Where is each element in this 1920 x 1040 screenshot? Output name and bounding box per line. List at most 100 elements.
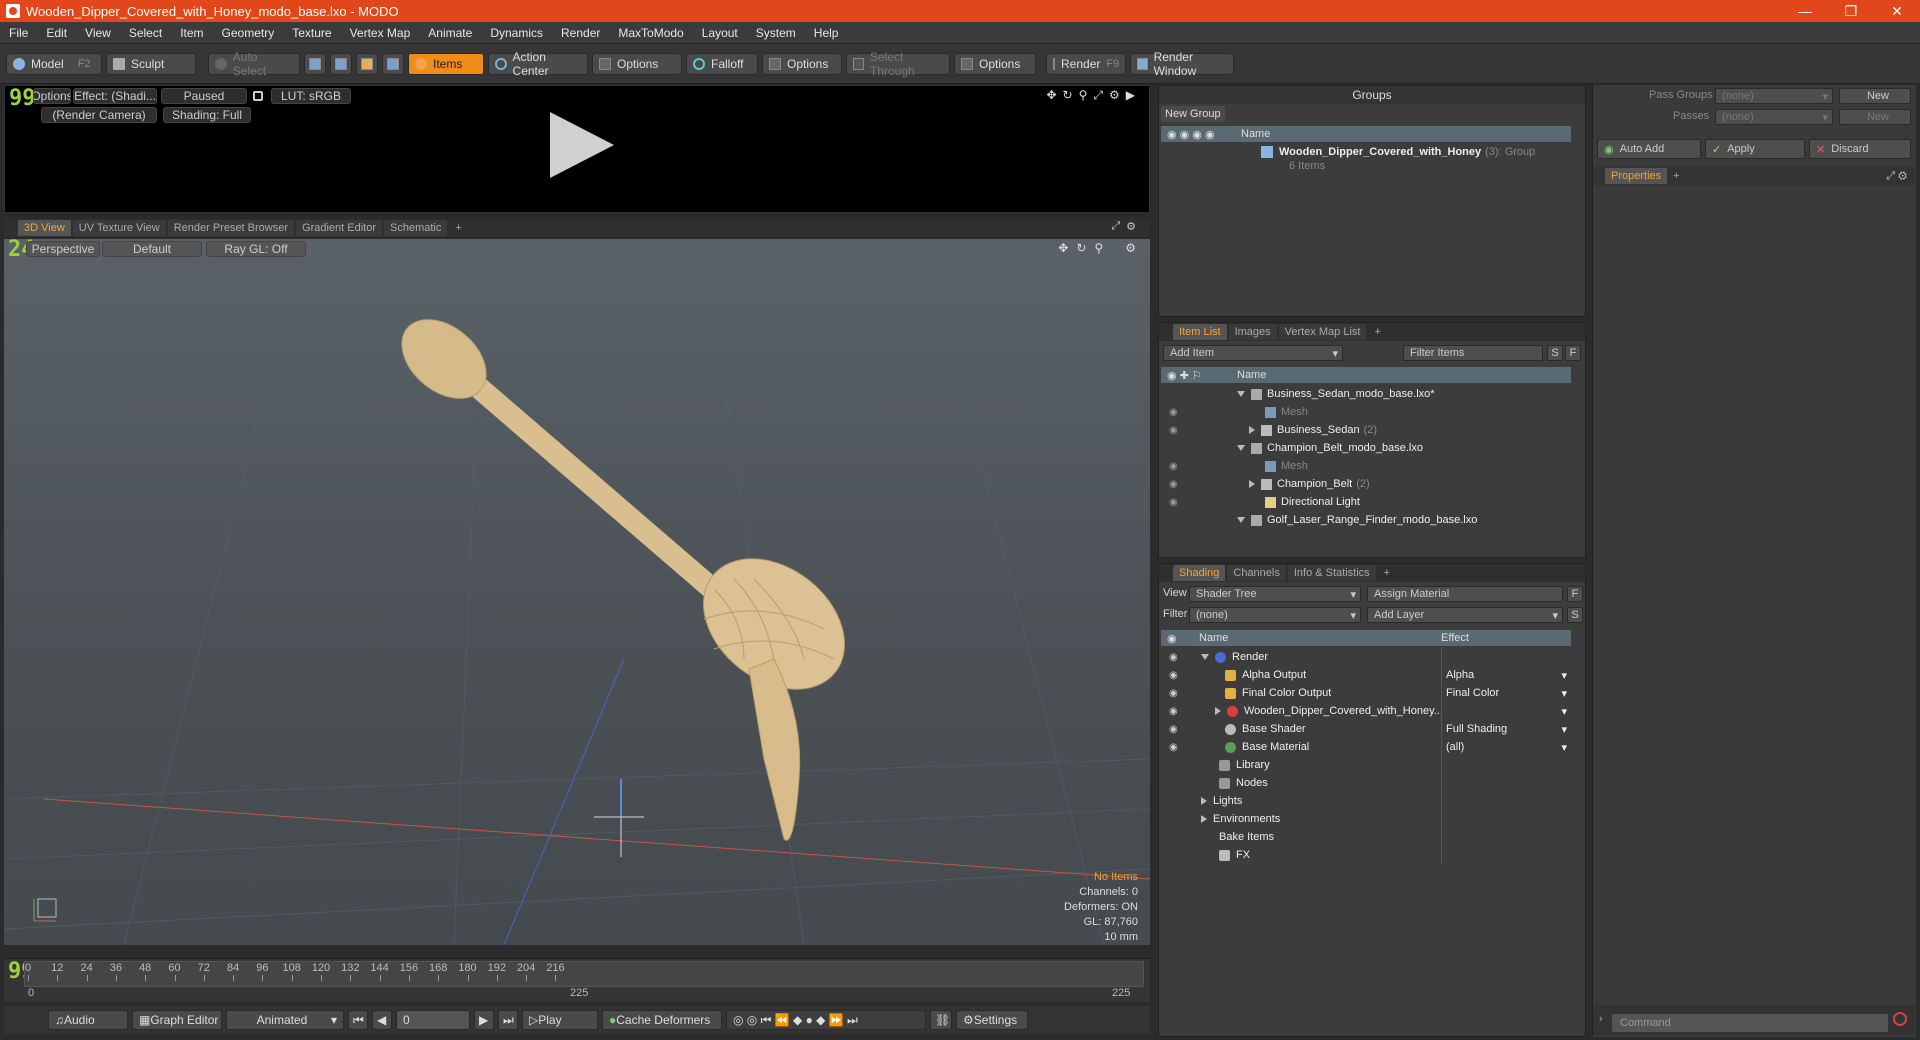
item-list-row[interactable]: Champion_Belt_modo_base.lxo xyxy=(1161,439,1571,457)
pass-groups-dropdown[interactable]: (none) ▾ xyxy=(1715,88,1833,104)
tab-properties[interactable]: Properties xyxy=(1605,168,1668,184)
zoom-icon[interactable]: ⚲ xyxy=(1079,88,1088,103)
play-small-icon[interactable]: ▶ xyxy=(1126,88,1135,103)
edges-mode-button[interactable] xyxy=(330,52,352,75)
tab-images[interactable]: Images xyxy=(1228,324,1277,340)
gear-icon[interactable]: ⤢ ⚙ xyxy=(1886,170,1907,183)
menu-system[interactable]: System xyxy=(747,26,805,40)
add-tab-button[interactable]: + xyxy=(1673,170,1679,182)
menu-animate[interactable]: Animate xyxy=(419,26,481,40)
move-icon[interactable]: ✥ xyxy=(1058,241,1068,255)
key-tools-group[interactable]: ◎ ◎ ⏮ ⏪ ◆ ● ◆ ⏩ ⏭ xyxy=(726,1010,926,1030)
close-button[interactable]: ✕ xyxy=(1874,0,1920,22)
effect-cell[interactable]: Final Color ▾ xyxy=(1441,684,1567,702)
shader-tree-row[interactable]: ◉ Base Shader Full Shading ▾ xyxy=(1161,720,1571,738)
expand-right-icon[interactable] xyxy=(1201,815,1207,823)
item-list-row[interactable]: Business_Sedan_modo_base.lxo* xyxy=(1161,385,1571,403)
tab-info-statistics[interactable]: Info & Statistics xyxy=(1287,565,1376,581)
eye-icon[interactable]: ◉ xyxy=(1161,407,1237,418)
preview-effect-dropdown[interactable]: Effect: (Shadi... xyxy=(73,88,157,104)
add-item-dropdown[interactable]: Add Item ▾ xyxy=(1163,345,1343,361)
command-input[interactable]: Command xyxy=(1612,1014,1888,1032)
new-pass-button[interactable]: New xyxy=(1839,109,1911,125)
shader-tree-row[interactable]: FX xyxy=(1161,846,1571,864)
cache-deformers-button[interactable]: ● Cache Deformers xyxy=(602,1010,722,1030)
menu-view[interactable]: View xyxy=(76,26,120,40)
expand-down-icon[interactable] xyxy=(1237,445,1245,451)
effect-cell[interactable] xyxy=(1441,648,1567,666)
menu-texture[interactable]: Texture xyxy=(283,26,340,40)
group-row[interactable]: Wooden_Dipper_Covered_with_Honey (3) : G… xyxy=(1161,144,1571,174)
menu-vertex-map[interactable]: Vertex Map xyxy=(341,26,420,40)
view-dropdown[interactable]: Shader Tree ▾ xyxy=(1189,586,1361,602)
link-button[interactable]: ⛓ xyxy=(930,1010,952,1030)
eye-icon[interactable]: ◉ xyxy=(1161,652,1191,663)
add-layer-s-button[interactable]: S xyxy=(1567,607,1583,623)
polygons-mode-button[interactable] xyxy=(356,52,378,75)
add-layer-dropdown[interactable]: Add Layer ▾ xyxy=(1367,607,1563,623)
shader-tree-row[interactable]: Bake Items xyxy=(1161,828,1571,846)
expand-icon[interactable]: ⤢ xyxy=(1111,220,1120,233)
materials-mode-button[interactable] xyxy=(382,52,404,75)
filter-f-button[interactable]: F xyxy=(1565,345,1581,361)
item-list-row[interactable]: ◉ Directional Light xyxy=(1161,493,1571,511)
tab-3d-view[interactable]: 3D View xyxy=(18,220,71,236)
rotate-icon[interactable]: ↻ xyxy=(1063,88,1073,103)
expand-right-icon[interactable] xyxy=(1201,797,1207,805)
record-icon[interactable] xyxy=(1893,1012,1907,1026)
menu-edit[interactable]: Edit xyxy=(37,26,76,40)
falloff-button[interactable]: Falloff xyxy=(686,52,758,75)
eye-icon[interactable]: ◉ xyxy=(1161,479,1237,490)
eye-icon[interactable]: ◉ xyxy=(1161,461,1237,472)
shader-tree-row[interactable]: Lights xyxy=(1161,792,1571,810)
eye-icon[interactable]: ◉ xyxy=(1161,497,1237,508)
expand-right-icon[interactable] xyxy=(1215,707,1221,715)
menu-help[interactable]: Help xyxy=(805,26,848,40)
first-frame-button[interactable]: ⏮ xyxy=(348,1010,368,1030)
lock-icon[interactable] xyxy=(253,91,263,101)
item-list-row[interactable]: ◉ Business_Sedan (2) xyxy=(1161,421,1571,439)
expand-down-icon[interactable] xyxy=(1201,654,1209,660)
menu-dynamics[interactable]: Dynamics xyxy=(481,26,552,40)
shader-tree-row[interactable]: ◉ Final Color Output Final Color ▾ xyxy=(1161,684,1571,702)
items-mode-button[interactable]: Items xyxy=(408,52,484,75)
shader-tree-row[interactable]: Nodes xyxy=(1161,774,1571,792)
animated-dropdown[interactable]: Animated ▾ xyxy=(226,1010,344,1030)
maximize-view-icon[interactable]: ⤢ xyxy=(1093,88,1103,103)
menu-render[interactable]: Render xyxy=(552,26,609,40)
item-list-row[interactable]: Golf_Laser_Range_Finder_modo_base.lxo xyxy=(1161,511,1571,529)
assign-f-button[interactable]: F xyxy=(1567,586,1583,602)
tab-channels[interactable]: Channels xyxy=(1227,565,1286,581)
preview-options-button[interactable]: Options xyxy=(33,88,71,104)
add-tab-button[interactable]: + xyxy=(1378,565,1396,581)
item-list-row[interactable]: ◉ Champion_Belt (2) xyxy=(1161,475,1571,493)
tab-schematic[interactable]: Schematic xyxy=(384,220,448,236)
tab-item-list[interactable]: Item List xyxy=(1173,324,1227,340)
eye-icon[interactable]: ◉ xyxy=(1161,688,1191,699)
shader-tree-row[interactable]: ◉ Wooden_Dipper_Covered_with_Honey... ▾ xyxy=(1161,702,1571,720)
shader-tree-row[interactable]: Library xyxy=(1161,756,1571,774)
eye-icon[interactable]: ◉ xyxy=(1161,724,1191,735)
timeline[interactable]: 99 0 12 24 36 48 60 72 84 96 108 120 132 144 156 168 18… xyxy=(4,958,1150,1002)
new-pass-group-button[interactable]: New xyxy=(1839,88,1911,104)
apply-button[interactable]: ✓ Apply xyxy=(1705,139,1805,159)
minimize-button[interactable]: — xyxy=(1782,0,1828,22)
menu-layout[interactable]: Layout xyxy=(693,26,747,40)
shading-style-dropdown[interactable]: Default xyxy=(102,241,202,257)
eye-icon[interactable]: ◉ xyxy=(1161,670,1191,681)
preview-lut-dropdown[interactable]: LUT: sRGB xyxy=(271,88,351,104)
shader-tree-row[interactable]: Environments xyxy=(1161,810,1571,828)
item-list-row[interactable]: ◉ Mesh xyxy=(1161,457,1571,475)
action-center-options-button[interactable]: Options xyxy=(592,52,682,75)
expand-right-icon[interactable] xyxy=(1249,426,1255,434)
sculpt-mode-button[interactable]: Sculpt xyxy=(106,52,196,75)
item-list-row[interactable]: ◉ Mesh xyxy=(1161,403,1571,421)
new-group-button[interactable]: New Group xyxy=(1161,106,1225,122)
shader-tree-row[interactable]: ◉ Render xyxy=(1161,648,1571,666)
discard-button[interactable]: ✕ Discard xyxy=(1809,139,1911,159)
last-frame-button[interactable]: ⏭ xyxy=(498,1010,518,1030)
zoom-icon[interactable]: ⚲ xyxy=(1094,241,1103,255)
effect-cell[interactable]: (all) ▾ xyxy=(1441,738,1567,756)
model-mode-button[interactable]: Model F2 xyxy=(6,52,102,75)
falloff-options-button[interactable]: Options xyxy=(762,52,842,75)
